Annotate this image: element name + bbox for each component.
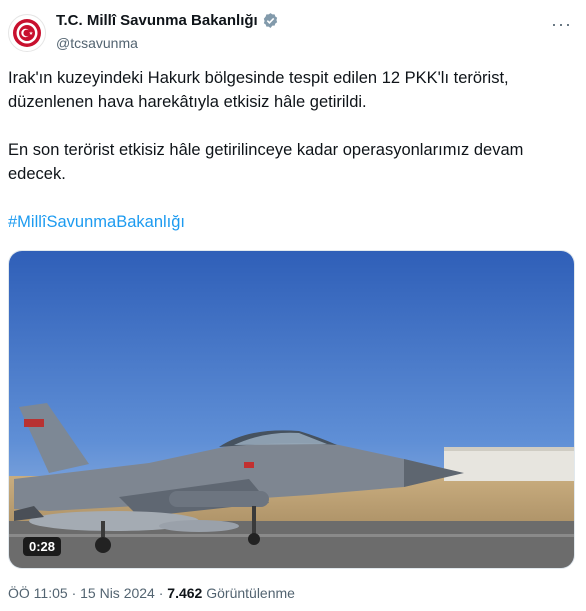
- more-icon[interactable]: ···: [551, 14, 572, 35]
- separator: ·: [158, 585, 164, 601]
- author-handle[interactable]: @tcsavunma: [56, 35, 138, 51]
- views-label: Görüntülenme: [206, 585, 295, 601]
- video-thumbnail: [9, 251, 574, 568]
- tweet-meta: ÖÖ 11:05 · 15 Nis 2024 · 7.462 Görüntüle…: [8, 585, 295, 601]
- verified-badge-icon: [263, 13, 277, 28]
- separator: ·: [71, 585, 77, 601]
- author-name[interactable]: T.C. Millî Savunma Bakanlığı: [56, 12, 258, 29]
- video-player[interactable]: 0:28: [8, 250, 575, 569]
- tweet-time[interactable]: ÖÖ 11:05: [8, 585, 68, 601]
- views-count: 7.462: [167, 585, 203, 601]
- tweet-paragraph-1: Irak'ın kuzeyindeki Hakurk bölgesinde te…: [8, 69, 509, 111]
- avatar[interactable]: [8, 14, 46, 52]
- hashtag-link[interactable]: #MillîSavunmaBakanlığı: [8, 213, 185, 232]
- tweet-paragraph-2: En son terörist etkisiz hâle getirilince…: [8, 141, 524, 183]
- ministry-emblem-icon: [13, 19, 41, 47]
- video-duration: 0:28: [23, 537, 62, 556]
- tweet-date[interactable]: 15 Nis 2024: [80, 585, 155, 601]
- tweet-text: Irak'ın kuzeyindeki Hakurk bölgesinde te…: [8, 66, 568, 210]
- author-row: T.C. Millî Savunma Bakanlığı: [56, 12, 279, 29]
